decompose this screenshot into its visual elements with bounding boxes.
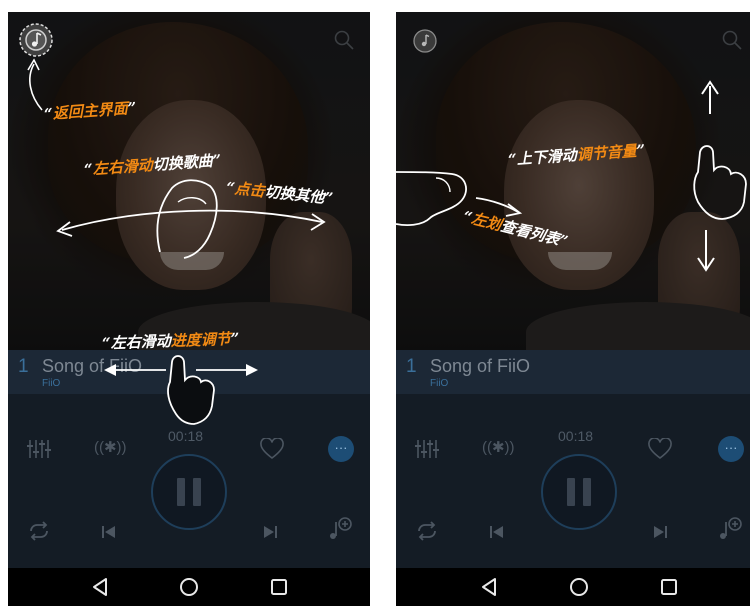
search-button[interactable] (332, 28, 356, 52)
home-circle-icon[interactable] (178, 576, 200, 598)
home-button[interactable] (18, 22, 54, 58)
system-nav-bar (8, 568, 370, 606)
system-nav-bar (396, 568, 750, 606)
player-panel: 1 Song of FiiO FiiO ((✱)) 00:18 ··· (396, 350, 750, 568)
now-playing-bar[interactable]: 1 Song of FiiO FiiO (396, 350, 750, 394)
back-triangle-icon[interactable] (89, 576, 111, 598)
back-triangle-icon[interactable] (478, 576, 500, 598)
track-title: Song of FiiO (42, 356, 143, 376)
repeat-icon[interactable] (414, 520, 440, 542)
bluetooth-icon[interactable]: ((✱)) (482, 440, 515, 455)
heart-icon[interactable] (260, 438, 284, 460)
previous-icon[interactable] (100, 523, 118, 541)
home-circle-icon[interactable] (568, 576, 590, 598)
add-music-icon[interactable] (326, 516, 354, 544)
equalizer-icon[interactable] (26, 438, 52, 460)
pause-button[interactable] (151, 454, 227, 530)
track-artist: FiiO (430, 378, 449, 389)
equalizer-icon[interactable] (414, 438, 440, 460)
more-icon[interactable]: ··· (718, 436, 744, 462)
music-note-icon (19, 23, 53, 57)
playback-time: 00:18 (558, 428, 594, 444)
more-icon[interactable]: ··· (328, 436, 354, 462)
next-icon[interactable] (651, 523, 669, 541)
track-number: 1 (18, 356, 29, 377)
home-button[interactable] (412, 28, 438, 54)
heart-icon[interactable] (648, 438, 672, 460)
recents-square-icon[interactable] (268, 576, 290, 598)
overlay-dim (8, 12, 370, 350)
previous-icon[interactable] (488, 523, 506, 541)
search-button[interactable] (720, 28, 744, 52)
overlay-dim (396, 12, 750, 350)
album-art[interactable] (8, 12, 370, 362)
recents-square-icon[interactable] (658, 576, 680, 598)
track-title: Song of FiiO (430, 356, 531, 376)
album-art[interactable] (396, 12, 750, 362)
repeat-icon[interactable] (26, 520, 52, 542)
search-icon (722, 30, 742, 50)
track-artist: FiiO (42, 378, 61, 389)
phone-screen-right: 1 Song of FiiO FiiO ((✱)) 00:18 ··· “上下滑… (396, 12, 750, 606)
add-music-icon[interactable] (716, 516, 744, 544)
pause-button[interactable] (541, 454, 617, 530)
phone-screen-left: 1 Song of FiiO FiiO ((✱)) 00:18 ··· “返回主… (8, 12, 370, 606)
search-icon (334, 30, 354, 50)
track-number: 1 (406, 356, 417, 377)
now-playing-bar[interactable]: 1 Song of FiiO FiiO (8, 350, 370, 394)
playback-time: 00:18 (168, 428, 204, 444)
music-note-icon (413, 29, 437, 53)
bluetooth-icon[interactable]: ((✱)) (94, 440, 127, 455)
player-panel: 1 Song of FiiO FiiO ((✱)) 00:18 ··· (8, 350, 370, 568)
next-icon[interactable] (261, 523, 279, 541)
